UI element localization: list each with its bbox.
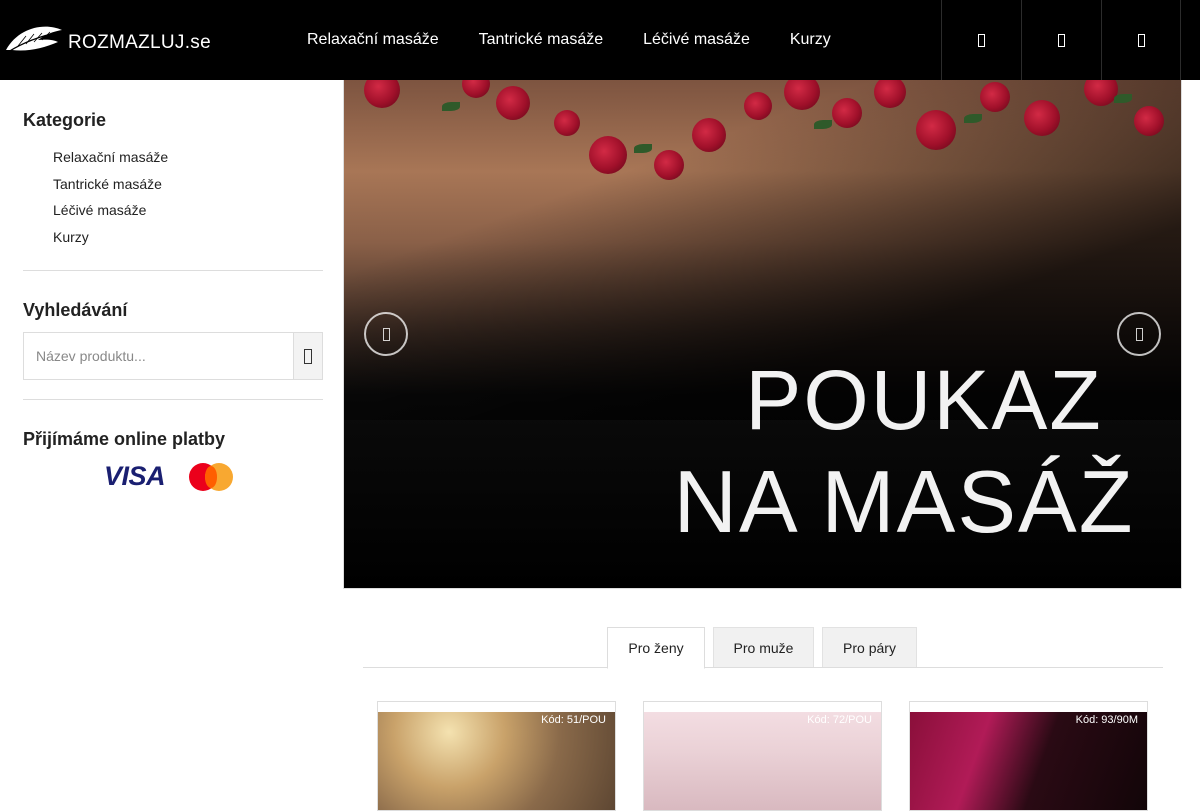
product-card[interactable]: Kód: 72/POU [643,701,882,811]
tab-pro-muze[interactable]: Pro muže [713,627,814,667]
category-item-lecive[interactable]: Léčivé masáže [53,197,323,224]
logo-text: ROZMAZLUJ.se [68,32,211,53]
product-image[interactable] [644,712,881,810]
payment-logos: VISA [23,461,323,492]
missing-glyph-icon [1058,33,1065,47]
product-code: Kód: 93/90M [1075,714,1138,726]
header-icons [941,0,1181,80]
chevron-right-icon [1135,327,1143,341]
search-icon [304,348,312,364]
sidebar: Kategorie Relaxační masáže Tantrické mas… [23,80,323,492]
search-button[interactable] [293,332,323,380]
nav-item-lecive[interactable]: Léčivé masáže [623,0,770,80]
divider [23,399,323,400]
product-card[interactable]: Kód: 51/POU [377,701,616,811]
missing-glyph-icon [978,33,985,47]
mastercard-logo [189,462,234,491]
search-title: Vyhledávání [23,300,128,320]
category-item-kurzy[interactable]: Kurzy [53,224,323,251]
category-item-relaxacni[interactable]: Relaxační masáže [53,144,323,171]
visa-logo: VISA [104,461,166,491]
banner-headline: POUKAZ NA MASÁŽ [654,358,1154,546]
missing-glyph-icon [1137,33,1145,47]
banner-line-2: NA MASÁŽ [673,452,1135,551]
cart-icon[interactable] [1101,0,1181,80]
divider [23,270,323,271]
feather-icon [6,26,62,53]
nav-item-kurzy[interactable]: Kurzy [770,0,851,80]
product-tabs: Pro ženy Pro muže Pro páry [363,627,1163,669]
rose-decoration [364,80,400,108]
product-code: Kód: 51/POU [541,714,606,726]
tab-pro-pary[interactable]: Pro páry [822,627,917,667]
payments-title: Přijímáme online platby [23,429,226,449]
category-item-tantricke[interactable]: Tantrické masáže [53,171,323,198]
product-code: Kód: 72/POU [807,714,872,726]
tab-pro-zeny[interactable]: Pro ženy [607,627,705,669]
site-header: ROZMAZLUJ.se Relaxační masáže Tantrické … [0,0,1200,80]
search-input[interactable] [23,332,293,380]
user-icon[interactable] [941,0,1021,80]
site-logo[interactable]: ROZMAZLUJ.se [4,22,211,58]
search-form [23,332,323,380]
search-icon[interactable] [1021,0,1101,80]
slider-next-button[interactable] [1117,312,1161,356]
nav-item-tantricke[interactable]: Tantrické masáže [459,0,624,80]
product-image[interactable] [910,712,1147,810]
chevron-left-icon [382,327,390,341]
main-nav: Relaxační masáže Tantrické masáže Léčivé… [287,0,851,80]
banner-line-1: POUKAZ [745,353,1103,447]
slider-prev-button[interactable] [364,312,408,356]
hero-slider: POUKAZ NA MASÁŽ [343,80,1182,589]
product-image[interactable] [378,712,615,810]
category-list: Relaxační masáže Tantrické masáže Léčivé… [23,144,323,250]
product-card[interactable]: Kód: 93/90M [909,701,1148,811]
nav-item-relaxacni[interactable]: Relaxační masáže [287,0,459,80]
categories-title: Kategorie [23,110,107,130]
